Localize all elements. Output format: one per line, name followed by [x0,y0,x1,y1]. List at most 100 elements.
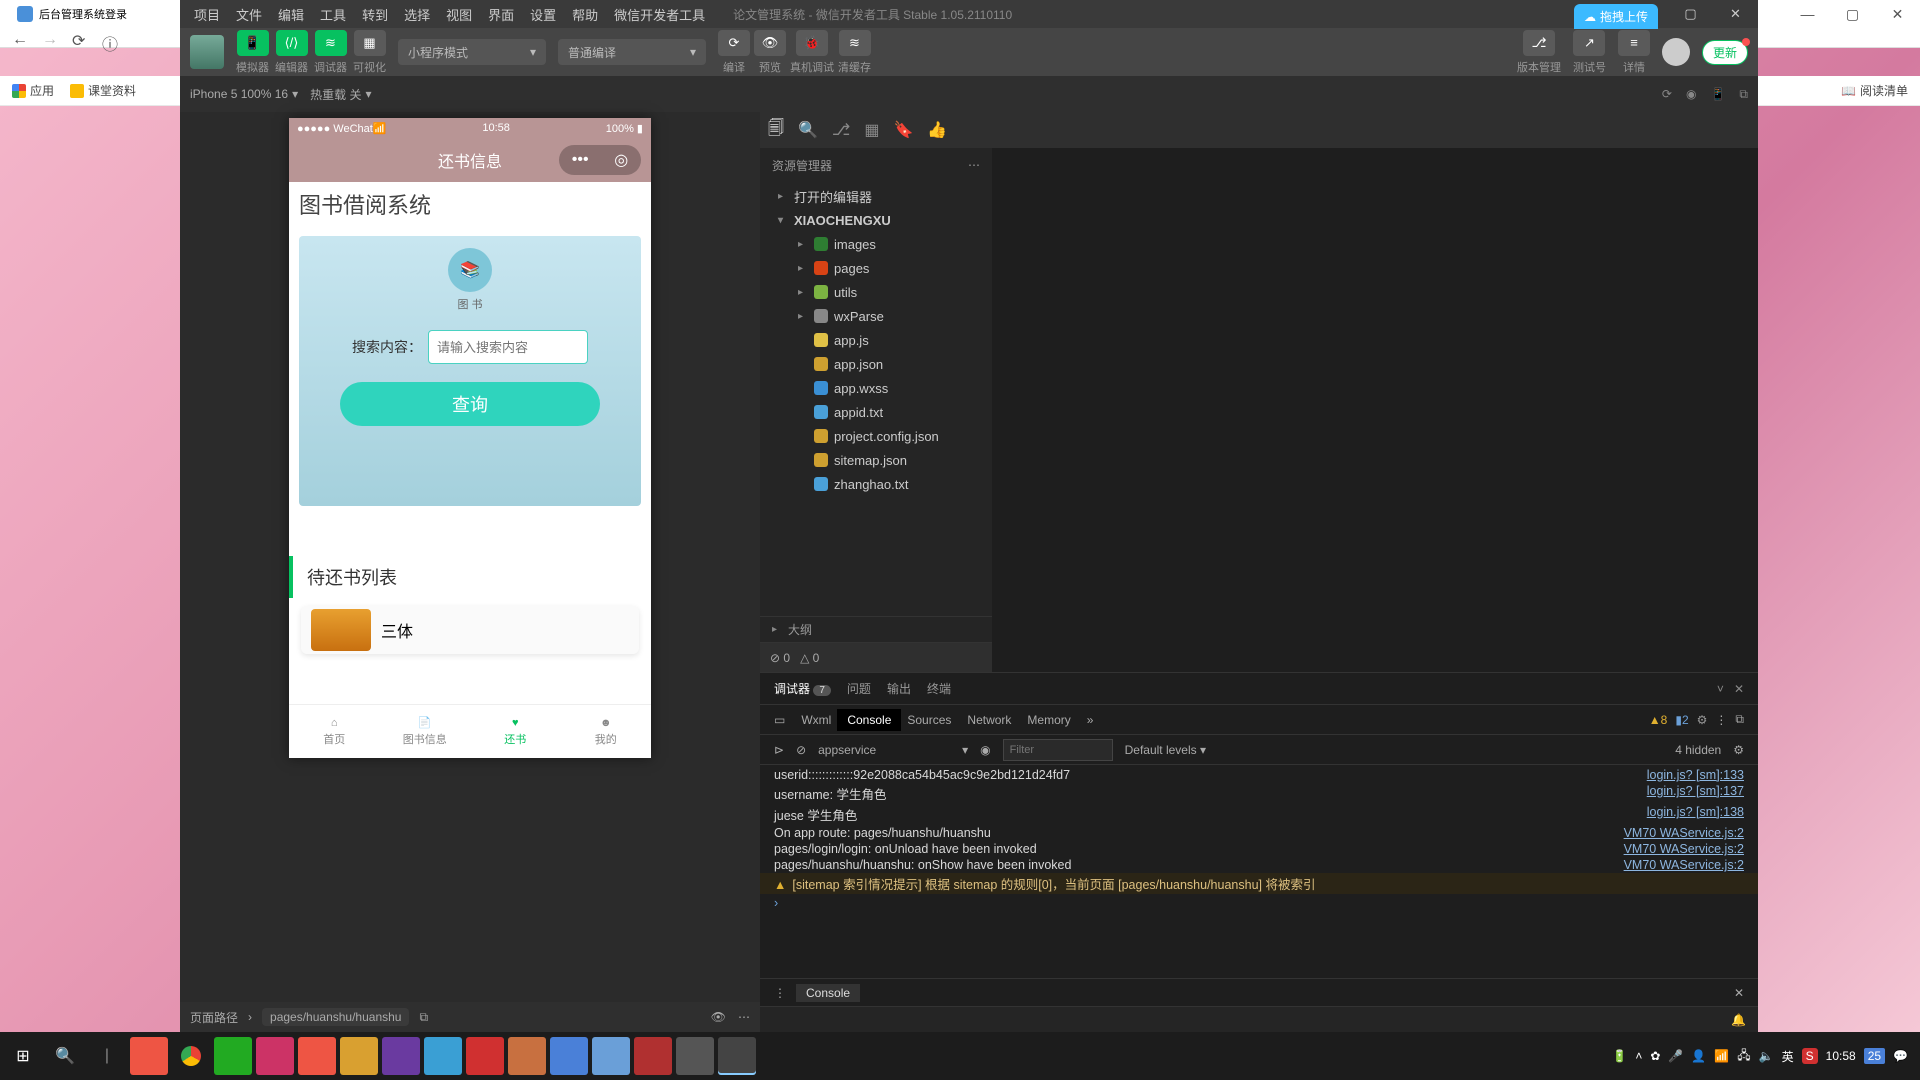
tabbar-mine[interactable]: ☻我的 [561,705,652,758]
tray-battery-icon[interactable]: 🔋 [1612,1049,1627,1063]
query-button[interactable]: 查询 [340,382,600,426]
panel-toggle-icon[interactable]: ˅ [1717,682,1724,696]
nav-reload-icon[interactable]: ⟳ [72,31,88,47]
device-icon[interactable]: 📱 [1710,87,1725,102]
search-input[interactable] [428,330,588,364]
tray-notifications-icon[interactable]: 💬 [1893,1049,1908,1063]
file-tree-item[interactable]: ▸images [760,232,992,256]
tray-app-icon-4[interactable]: 📶 [1714,1049,1729,1063]
file-tree-item[interactable]: app.wxss [760,376,992,400]
menu-file[interactable]: 文件 [228,5,270,24]
menu-tools[interactable]: 工具 [312,5,354,24]
taskbar-app-6[interactable] [466,1037,504,1075]
palette-icon[interactable]: 👍 [927,120,947,140]
nav-info-icon[interactable]: ⓘ [102,31,118,47]
devtools-wxml-tab[interactable]: Wxml [801,713,831,727]
browser-tab[interactable]: 后台管理系统登录 [5,0,139,28]
console-drawer-handle-icon[interactable]: ⋮ [774,986,786,1000]
bookmark-icon[interactable]: 🔖 [893,120,913,140]
live-expr-icon[interactable]: ◉ [980,743,990,757]
vcs-button[interactable]: ⎇ [1523,30,1555,56]
refresh-icon[interactable]: ⟳ [1662,87,1672,102]
tray-ime-lang[interactable]: 英 [1782,1048,1794,1065]
taskbar-app-1[interactable] [130,1037,168,1075]
test-id-button[interactable]: ↗ [1573,30,1605,56]
menu-wechat-devtools[interactable]: 微信开发者工具 [606,5,713,24]
file-tree-item[interactable]: app.json [760,352,992,376]
devtools-settings-icon[interactable]: ⚙ [1697,713,1708,727]
tabbar-home[interactable]: ⌂首页 [289,705,380,758]
taskbar-app-3[interactable] [298,1037,336,1075]
tabbar-return-book[interactable]: ♥还书 [470,705,561,758]
notifications-icon[interactable]: 🔔 [1731,1013,1746,1027]
tray-app-icon-1[interactable]: ✿ [1650,1049,1660,1063]
output-tab[interactable]: 输出 [887,680,911,697]
console-play-icon[interactable]: ⊳ [774,743,784,757]
menu-interface[interactable]: 界面 [480,5,522,24]
details-button[interactable]: ≡ [1618,30,1650,56]
tray-network-icon[interactable]: 🖧 [1737,1046,1750,1067]
problems-tab[interactable]: 问题 [847,680,871,697]
hot-reload-toggle[interactable]: 热重载 关▾ [310,86,371,103]
copy-path-icon[interactable]: ⧉ [419,1010,428,1025]
compile-button[interactable]: ⟳ [718,30,750,56]
taskbar-app-7[interactable] [508,1037,546,1075]
menu-project[interactable]: 项目 [186,5,228,24]
taskbar-file-explorer[interactable] [340,1037,378,1075]
bookmark-teaching[interactable]: 课堂资料 [70,82,136,99]
project-root[interactable]: ▾XIAOCHENGXU [760,208,992,232]
record-icon[interactable]: ◉ [1686,87,1696,102]
ide-maximize-button[interactable]: ▢ [1668,0,1713,28]
git-icon[interactable]: ⎇ [832,120,850,140]
search-icon[interactable]: 🔍 [798,120,818,140]
eye-icon[interactable]: 👁 [711,1010,726,1024]
browser-maximize-button[interactable]: ▢ [1830,0,1875,28]
editor-mode-button[interactable]: ⟨/⟩ [276,30,308,56]
browser-minimize-button[interactable]: — [1785,0,1830,28]
menu-view[interactable]: 视图 [438,5,480,24]
file-tree-item[interactable]: ▸pages [760,256,992,280]
outline-section[interactable]: ▸大纲 [760,616,992,642]
warnings-count[interactable]: △ 0 [800,651,819,665]
file-tree-item[interactable]: ▸utils [760,280,992,304]
open-editors-section[interactable]: ▸打开的编辑器 [760,184,992,208]
bookmark-apps[interactable]: 应用 [12,82,54,99]
file-tree-item[interactable]: appid.txt [760,400,992,424]
tabbar-book-info[interactable]: 📄图书信息 [380,705,471,758]
file-tree-item[interactable]: sitemap.json [760,448,992,472]
visual-mode-button[interactable]: ▦ [354,30,386,56]
console-prompt[interactable]: › [760,894,1758,912]
menu-settings[interactable]: 设置 [522,5,564,24]
devtools-sources-tab[interactable]: Sources [907,713,951,727]
tray-chevron-icon[interactable]: ˄ [1635,1049,1642,1063]
taskbar-app-11[interactable] [676,1037,714,1075]
browser-close-button[interactable]: ✕ [1875,0,1920,28]
page-path-value[interactable]: pages/huanshu/huanshu [262,1008,409,1026]
menu-goto[interactable]: 转到 [354,5,396,24]
file-tree-item[interactable]: zhanghao.txt [760,472,992,496]
tray-volume-icon[interactable]: 🔈 [1759,1049,1774,1063]
devtools-network-tab[interactable]: Network [967,713,1011,727]
debugger-mode-button[interactable]: ≋ [315,30,347,56]
taskbar-chrome[interactable] [172,1037,210,1075]
debugger-tab[interactable]: 调试器 7 [774,680,831,697]
preview-button[interactable]: 👁 [754,30,786,56]
device-debug-button[interactable]: 🐞 [796,30,828,56]
select-element-icon[interactable]: ▭ [774,713,785,727]
console-filter-input[interactable] [1003,739,1113,761]
taskbar-app-10[interactable] [634,1037,672,1075]
devtools-console-tab[interactable]: Console [837,709,901,731]
taskbar-app-2[interactable] [256,1037,294,1075]
menu-help[interactable]: 帮助 [564,5,606,24]
errors-count[interactable]: ⊘ 0 [770,651,790,665]
reading-list-button[interactable]: 📖 阅读清单 [1841,82,1908,99]
devtools-more-tab[interactable]: » [1087,713,1094,727]
cloud-upload-button[interactable]: ☁拖拽上传 [1574,4,1658,29]
panel-close-icon[interactable]: ✕ [1734,682,1744,696]
mode-select[interactable]: 小程序模式▾ [398,39,546,65]
popout-icon[interactable]: ⧉ [1739,87,1748,102]
file-tree-item[interactable]: ▸wxParse [760,304,992,328]
file-tree-item[interactable]: app.js [760,328,992,352]
console-settings-icon[interactable]: ⚙ [1733,743,1744,757]
search-taskbar-icon[interactable]: 🔍 [46,1037,84,1075]
